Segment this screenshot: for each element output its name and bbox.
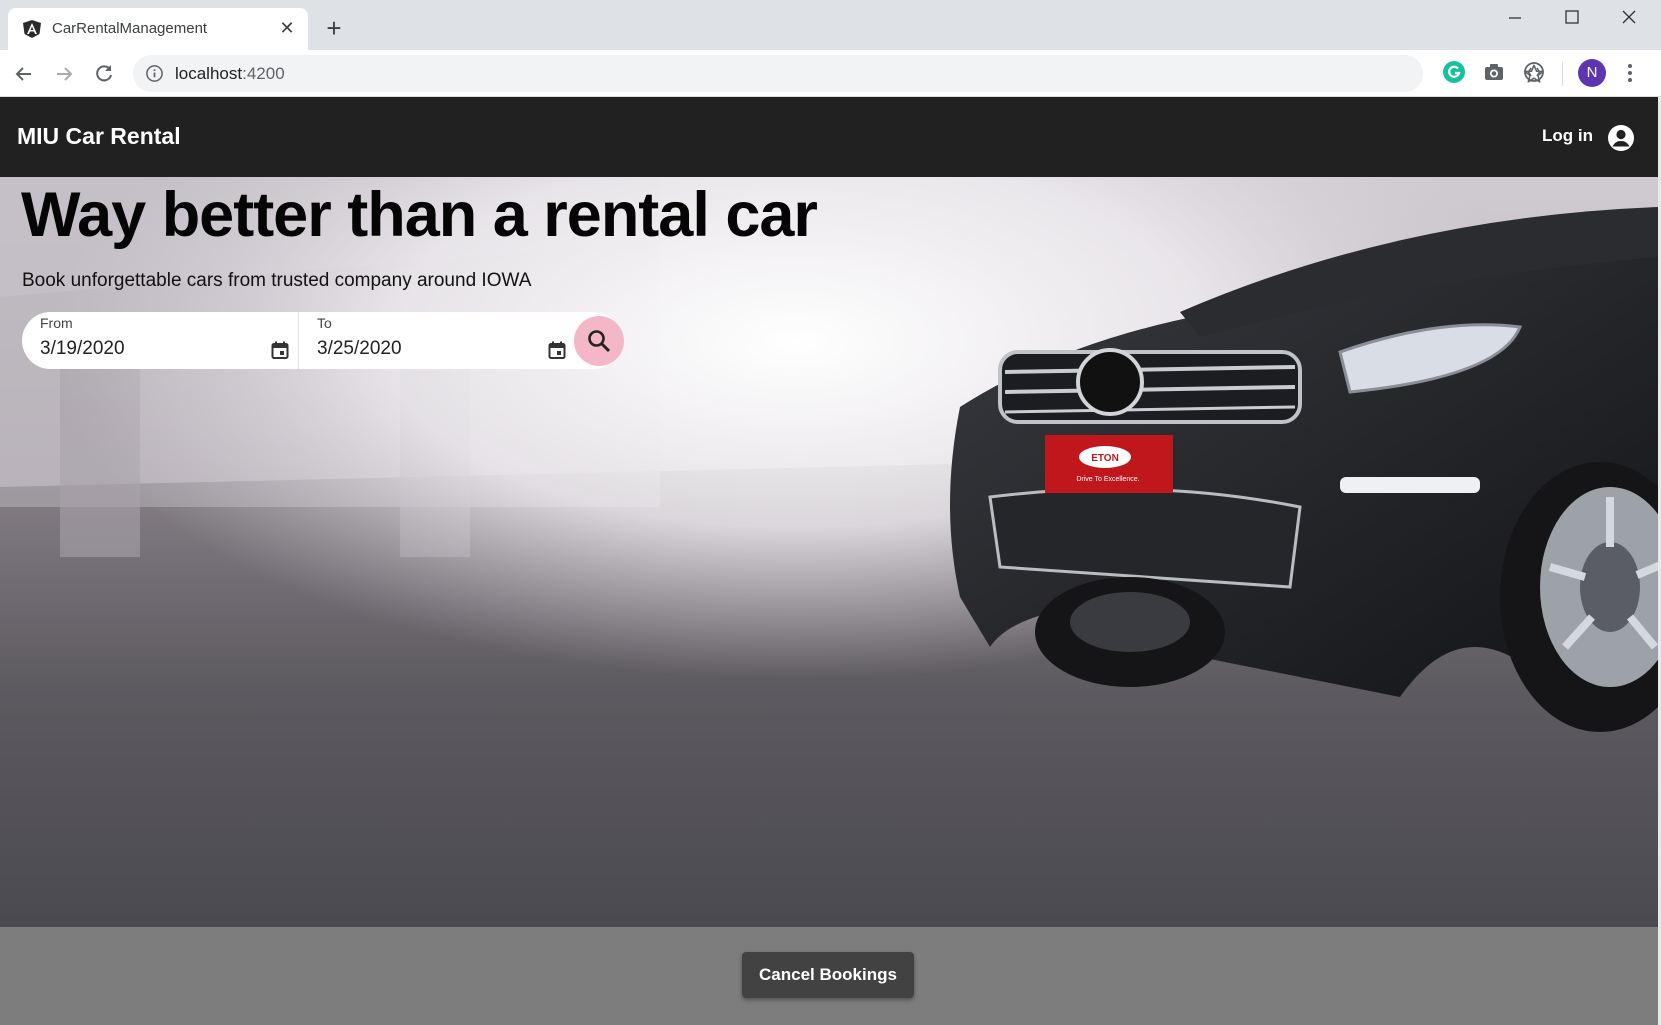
from-date-field[interactable]: From [22, 312, 298, 369]
toolbar-divider [1562, 62, 1563, 86]
window-close-icon[interactable] [1614, 8, 1644, 28]
hero-banner: ETON Drive To Excellence. Way better tha… [0, 177, 1658, 927]
url-text: localhost:4200 [175, 64, 285, 83]
from-date-input[interactable] [40, 337, 260, 361]
to-label: To [317, 315, 332, 331]
grammarly-extension-icon[interactable] [1441, 59, 1467, 85]
minimize-icon[interactable] [1500, 8, 1530, 28]
extension-icon[interactable] [1521, 59, 1547, 85]
browser-tabstrip: CarRentalManagement ✕ + [0, 0, 1661, 50]
hero-headline: Way better than a rental car [21, 180, 818, 250]
account-circle-icon[interactable] [1606, 123, 1636, 153]
address-bar[interactable]: localhost:4200 [133, 55, 1544, 92]
tab-close-icon[interactable]: ✕ [276, 17, 298, 39]
forward-arrow-icon[interactable] [50, 60, 78, 88]
profile-avatar[interactable]: N [1578, 59, 1606, 87]
calendar-icon[interactable] [547, 340, 567, 360]
back-arrow-icon[interactable] [10, 60, 38, 88]
search-icon [588, 330, 611, 353]
app-header: MIU Car Rental Log in [0, 97, 1658, 177]
reload-icon[interactable] [90, 60, 118, 88]
login-button[interactable]: Log in [1530, 121, 1605, 153]
to-date-field[interactable]: To [298, 312, 574, 369]
footer-bar: Cancel Bookings [0, 927, 1658, 1025]
calendar-icon[interactable] [270, 340, 290, 360]
site-info-icon[interactable] [145, 64, 164, 83]
search-button[interactable] [574, 316, 624, 366]
from-label: From [40, 315, 73, 331]
hero-subline: Book unforgettable cars from trusted com… [22, 270, 532, 291]
browser-tab[interactable]: CarRentalManagement ✕ [8, 8, 308, 50]
browser-toolbar: localhost:4200 N [0, 50, 1661, 97]
plate-tagline: Drive To Excellence. [1076, 476, 1139, 483]
camera-extension-icon[interactable] [1481, 59, 1507, 85]
cancel-bookings-button[interactable]: Cancel Bookings [742, 952, 914, 998]
to-date-input[interactable] [317, 337, 537, 361]
new-tab-button[interactable]: + [320, 14, 348, 42]
brand-title[interactable]: MIU Car Rental [17, 123, 181, 150]
angular-icon [23, 20, 41, 38]
maximize-icon[interactable] [1557, 8, 1587, 28]
plate-brand: ETON [1091, 453, 1119, 464]
browser-menu-icon[interactable] [1622, 61, 1638, 85]
tab-title: CarRentalManagement [52, 20, 208, 37]
date-search-bar: From To [22, 312, 624, 369]
